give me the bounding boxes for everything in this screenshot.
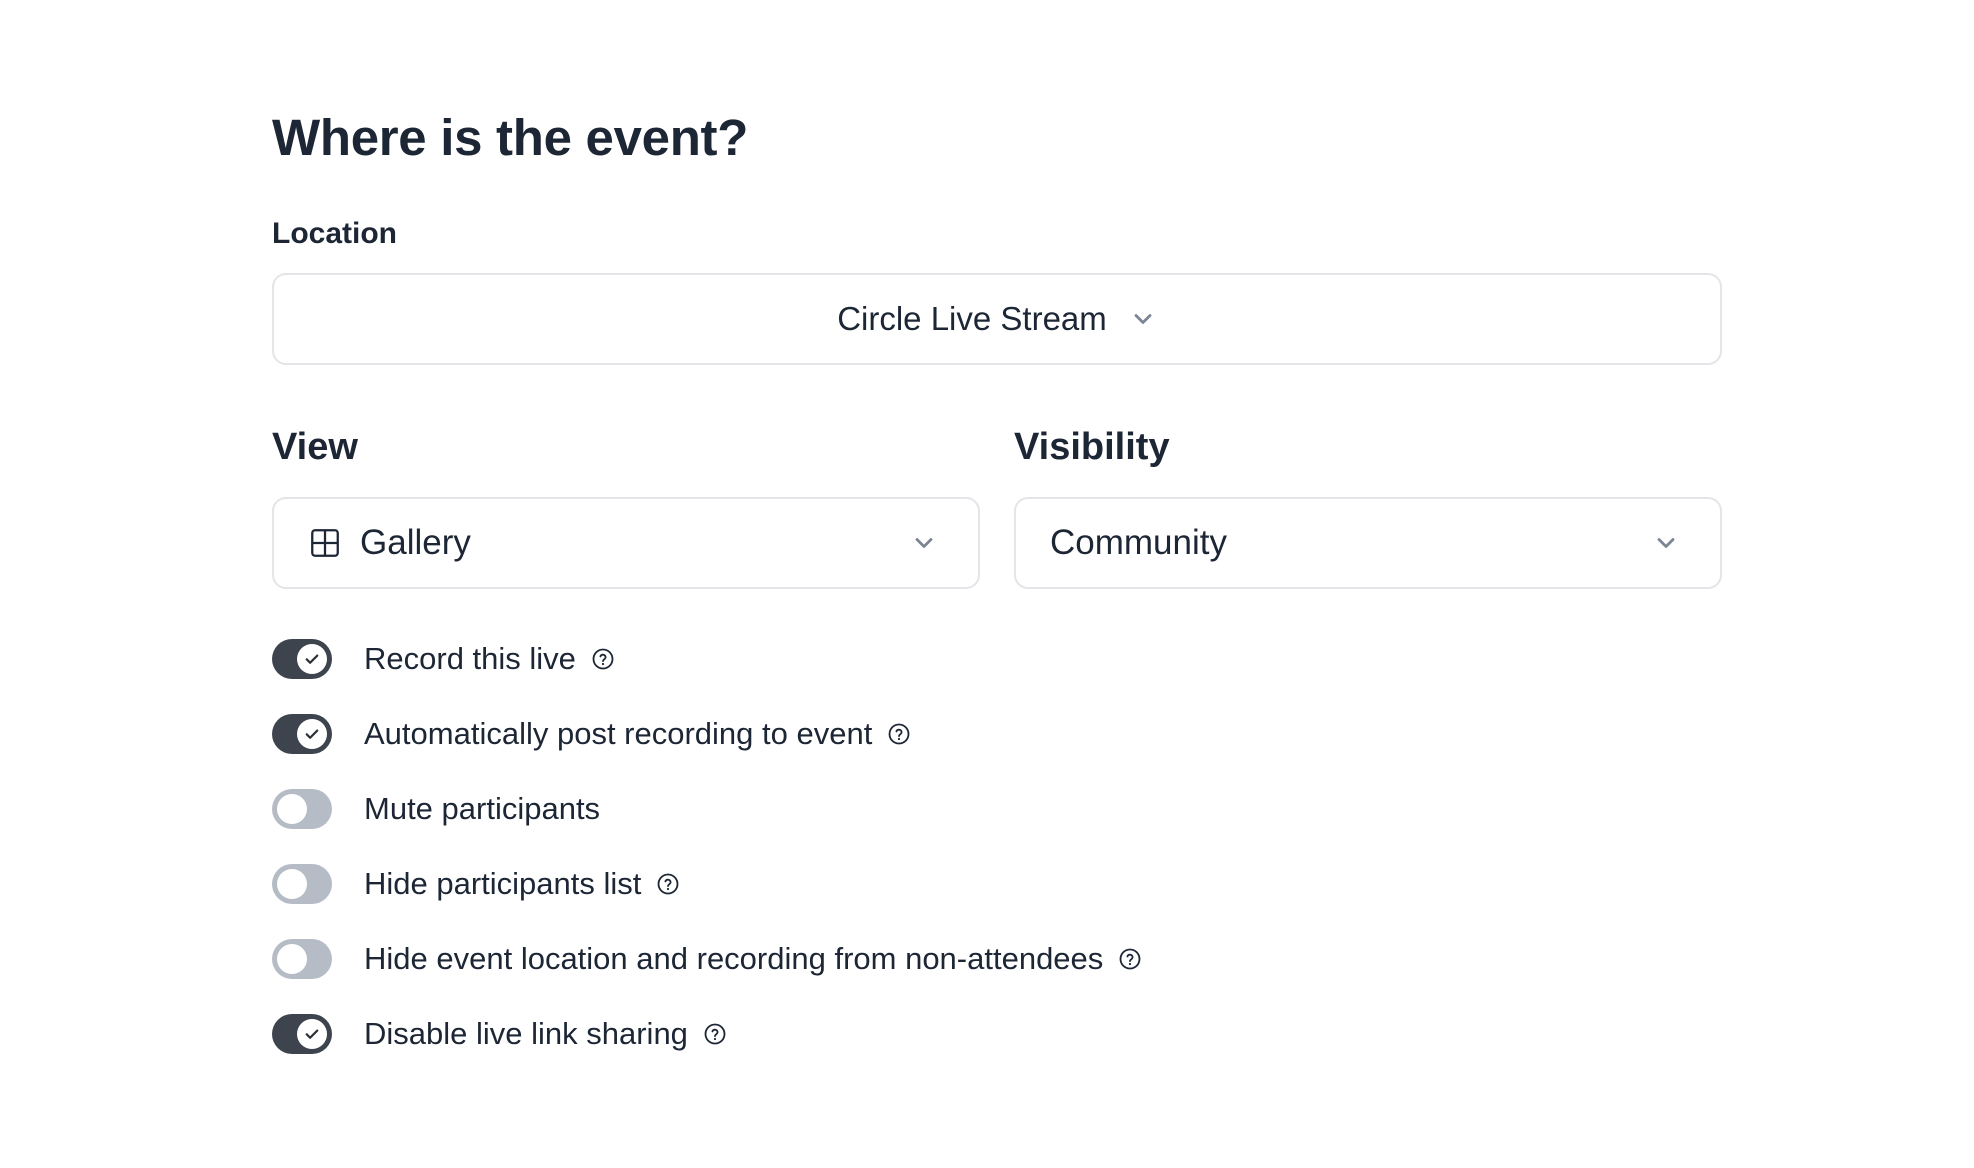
location-select[interactable]: Circle Live Stream — [272, 273, 1722, 365]
toggle-row: Automatically post recording to event — [272, 714, 1722, 754]
visibility-label: Visibility — [1014, 426, 1170, 468]
toggle-row: Hide event location and recording from n… — [272, 939, 1722, 979]
view-label: View — [272, 426, 358, 468]
toggle-row: Record this live — [272, 639, 1722, 679]
page-title: Where is the event? — [272, 109, 749, 166]
view-select[interactable]: Gallery — [272, 497, 980, 589]
chevron-down-icon — [1657, 538, 1675, 548]
toggle-row: Hide participants list — [272, 864, 1722, 904]
toggle-switch[interactable] — [272, 789, 332, 829]
help-icon[interactable] — [703, 1022, 727, 1046]
toggle-row: Disable live link sharing — [272, 1014, 1722, 1054]
toggle-label: Hide event location and recording from n… — [364, 941, 1104, 976]
help-icon[interactable] — [591, 647, 615, 671]
view-section: View Gallery — [272, 425, 980, 589]
visibility-select[interactable]: Community — [1014, 497, 1722, 589]
check-icon — [305, 1029, 319, 1039]
toggle-switch[interactable] — [272, 864, 332, 904]
toggle-label: Record this live — [364, 641, 576, 676]
help-icon[interactable] — [887, 722, 911, 746]
toggle-label: Mute participants — [364, 791, 601, 826]
check-icon — [305, 729, 319, 739]
toggle-label: Disable live link sharing — [364, 1016, 688, 1051]
location-value: Circle Live Stream — [837, 300, 1107, 337]
toggle-knob — [297, 644, 327, 674]
toggle-label: Automatically post recording to event — [364, 716, 873, 751]
toggle-switch[interactable] — [272, 939, 332, 979]
toggle-knob — [277, 794, 307, 824]
toggle-knob — [277, 869, 307, 899]
view-value: Gallery — [360, 523, 471, 562]
chevron-down-icon — [915, 538, 933, 548]
help-icon[interactable] — [656, 872, 680, 896]
toggle-switch[interactable] — [272, 639, 332, 679]
visibility-section: Visibility Community — [1014, 425, 1722, 589]
help-icon[interactable] — [1118, 947, 1142, 971]
event-location-form: Where is the event? Location Circle Live… — [272, 108, 1722, 1089]
toggle-knob — [297, 1019, 327, 1049]
visibility-value: Community — [1050, 523, 1227, 562]
location-label: Location — [272, 217, 397, 250]
check-icon — [305, 654, 319, 664]
chevron-down-icon — [1134, 314, 1152, 324]
toggle-label: Hide participants list — [364, 866, 642, 901]
toggle-row: Mute participants — [272, 789, 1722, 829]
toggle-knob — [277, 944, 307, 974]
view-visibility-row: View Gallery Visibility Community — [272, 425, 1722, 589]
toggle-switch[interactable] — [272, 714, 332, 754]
toggle-knob — [297, 719, 327, 749]
toggle-list: Record this live Automatically post recor… — [272, 639, 1722, 1054]
toggle-switch[interactable] — [272, 1014, 332, 1054]
gallery-grid-icon — [311, 529, 339, 557]
